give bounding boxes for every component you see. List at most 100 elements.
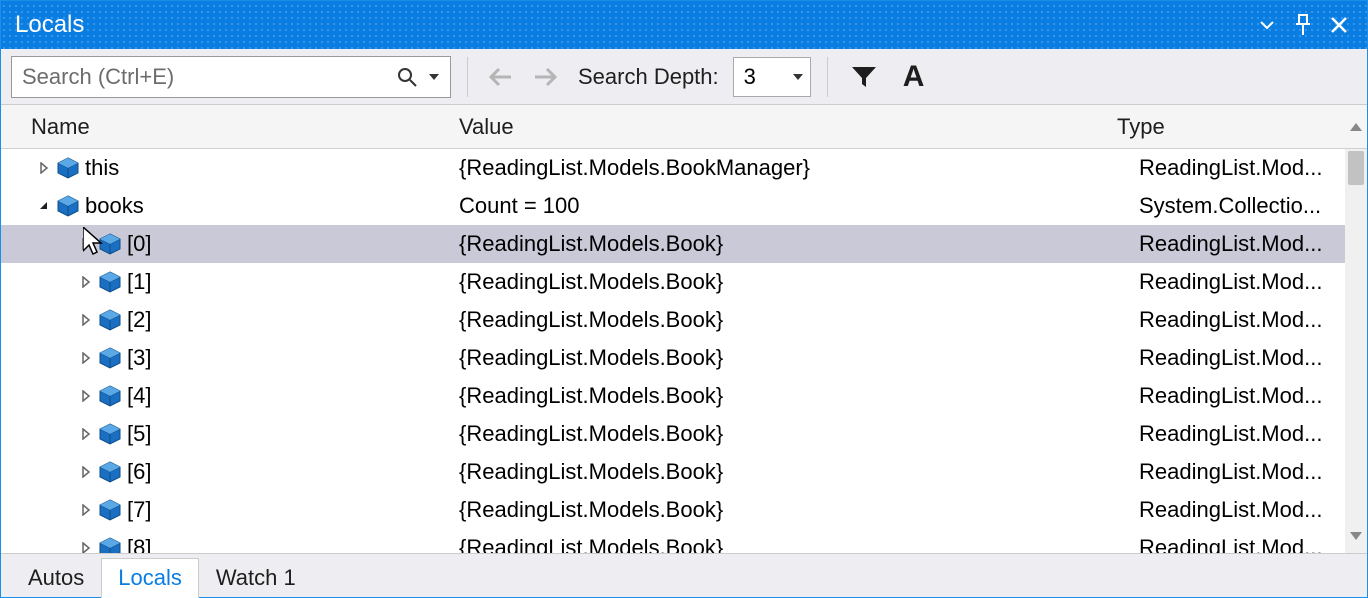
grid-header: Name Value Type bbox=[1, 105, 1367, 149]
expand-icon[interactable] bbox=[79, 237, 93, 251]
variable-row[interactable]: [0]{ReadingList.Models.Book}ReadingList.… bbox=[1, 225, 1345, 263]
variable-row[interactable]: [1] {ReadingList.Models.Book}ReadingList.… bbox=[1, 263, 1345, 301]
variable-type: ReadingList.Mod... bbox=[1131, 269, 1345, 295]
variable-row[interactable]: this{ReadingList.Models.BookManager}Read… bbox=[1, 149, 1345, 187]
forward-button[interactable] bbox=[528, 60, 562, 94]
variable-row[interactable]: [6]{ReadingList.Models.Book}ReadingList.… bbox=[1, 453, 1345, 491]
variable-row[interactable]: [8]{ReadingList.Models.Book}ReadingList.… bbox=[1, 529, 1345, 553]
variable-value: {ReadingList.Models.Book} bbox=[449, 269, 1131, 295]
expand-icon[interactable] bbox=[79, 351, 93, 365]
variable-value: {ReadingList.Models.Book} bbox=[449, 497, 1131, 523]
search-depth-select[interactable]: 3 bbox=[733, 57, 811, 97]
scroll-down-icon[interactable] bbox=[1349, 523, 1363, 553]
name-cell: [5] bbox=[31, 421, 449, 447]
window-menu-button[interactable] bbox=[1249, 7, 1285, 43]
window-title: Locals bbox=[15, 11, 84, 39]
expand-icon[interactable] bbox=[79, 275, 93, 289]
vertical-scrollbar[interactable] bbox=[1345, 149, 1367, 553]
object-icon bbox=[57, 195, 79, 217]
tab-watch-1[interactable]: Watch 1 bbox=[199, 558, 313, 598]
object-icon bbox=[99, 537, 121, 553]
variable-name: [3] bbox=[127, 345, 151, 371]
variable-row[interactable]: booksCount = 100System.Collectio... bbox=[1, 187, 1345, 225]
object-icon bbox=[99, 347, 121, 369]
variable-row[interactable]: [2] {ReadingList.Models.Book}ReadingList.… bbox=[1, 301, 1345, 339]
separator bbox=[467, 57, 468, 97]
expand-icon[interactable] bbox=[79, 503, 93, 517]
back-button[interactable] bbox=[484, 60, 518, 94]
variable-value: {ReadingList.Models.Book} bbox=[449, 307, 1131, 333]
filter-icon[interactable] bbox=[844, 57, 884, 97]
variable-row[interactable]: [5] {ReadingList.Models.Book}ReadingList.… bbox=[1, 415, 1345, 453]
expand-icon[interactable] bbox=[79, 389, 93, 403]
object-icon bbox=[99, 309, 121, 331]
pin-button[interactable] bbox=[1285, 7, 1321, 43]
column-header-name[interactable]: Name bbox=[31, 114, 449, 140]
column-header-type[interactable]: Type bbox=[1109, 114, 1345, 140]
variable-type: ReadingList.Mod... bbox=[1131, 383, 1345, 409]
name-cell: [7] bbox=[31, 497, 449, 523]
chevron-down-icon[interactable] bbox=[790, 71, 806, 83]
variable-value: {ReadingList.Models.Book} bbox=[449, 535, 1131, 553]
name-cell: books bbox=[31, 193, 449, 219]
variable-value: {ReadingList.Models.Book} bbox=[449, 383, 1131, 409]
object-icon bbox=[99, 271, 121, 293]
variable-name: [7] bbox=[127, 497, 151, 523]
expand-icon[interactable] bbox=[79, 427, 93, 441]
bottom-tabs: AutosLocalsWatch 1 bbox=[1, 553, 1367, 597]
expand-icon[interactable] bbox=[37, 161, 51, 175]
collapse-icon[interactable] bbox=[37, 199, 51, 213]
expand-icon[interactable] bbox=[79, 465, 93, 479]
name-cell: [8] bbox=[31, 535, 449, 553]
scroll-up-icon[interactable] bbox=[1345, 120, 1367, 134]
variable-name: [5] bbox=[127, 421, 151, 447]
variable-value: {ReadingList.Models.Book} bbox=[449, 345, 1131, 371]
name-cell: [1] bbox=[31, 269, 449, 295]
variable-row[interactable]: [4] {ReadingList.Models.Book}ReadingList.… bbox=[1, 377, 1345, 415]
variable-type: ReadingList.Mod... bbox=[1131, 421, 1345, 447]
variables-grid: this{ReadingList.Models.BookManager}Read… bbox=[1, 149, 1367, 553]
close-button[interactable] bbox=[1321, 7, 1357, 43]
text-format-icon[interactable]: A bbox=[894, 57, 934, 97]
variable-type: ReadingList.Mod... bbox=[1131, 459, 1345, 485]
object-icon bbox=[57, 157, 79, 179]
column-header-value[interactable]: Value bbox=[449, 114, 1109, 140]
separator bbox=[827, 57, 828, 97]
name-cell: [0] bbox=[31, 231, 449, 257]
variable-row[interactable]: [3] {ReadingList.Models.Book}ReadingList.… bbox=[1, 339, 1345, 377]
variable-type: ReadingList.Mod... bbox=[1131, 345, 1345, 371]
variable-name: [6] bbox=[127, 459, 151, 485]
variable-row[interactable]: [7] {ReadingList.Models.Book}ReadingList.… bbox=[1, 491, 1345, 529]
object-icon bbox=[99, 233, 121, 255]
search-dropdown-icon[interactable] bbox=[422, 71, 442, 83]
expand-icon[interactable] bbox=[79, 313, 93, 327]
variable-name: [1] bbox=[127, 269, 151, 295]
object-icon bbox=[99, 461, 121, 483]
tab-locals[interactable]: Locals bbox=[101, 558, 199, 598]
toolbar: Search Depth: 3 A bbox=[1, 49, 1367, 105]
expand-icon[interactable] bbox=[79, 541, 93, 553]
titlebar: Locals bbox=[1, 1, 1367, 49]
variable-name: [8] bbox=[127, 535, 151, 553]
search-box[interactable] bbox=[11, 56, 451, 98]
variable-type: ReadingList.Mod... bbox=[1131, 155, 1345, 181]
variable-name: this bbox=[85, 155, 119, 181]
variable-value: {ReadingList.Models.Book} bbox=[449, 231, 1131, 257]
variable-type: ReadingList.Mod... bbox=[1131, 307, 1345, 333]
name-cell: [2] bbox=[31, 307, 449, 333]
variable-name: [2] bbox=[127, 307, 151, 333]
scrollbar-thumb[interactable] bbox=[1348, 151, 1364, 185]
object-icon bbox=[99, 385, 121, 407]
locals-window: Locals bbox=[0, 0, 1368, 598]
search-depth-label: Search Depth: bbox=[578, 64, 719, 90]
variable-type: ReadingList.Mod... bbox=[1131, 497, 1345, 523]
variable-name: books bbox=[85, 193, 144, 219]
name-cell: this bbox=[31, 155, 449, 181]
variable-value: Count = 100 bbox=[449, 193, 1131, 219]
search-input[interactable] bbox=[22, 64, 392, 90]
variable-name: [4] bbox=[127, 383, 151, 409]
tab-autos[interactable]: Autos bbox=[11, 558, 101, 598]
variable-name: [0] bbox=[127, 231, 151, 257]
variable-value: {ReadingList.Models.Book} bbox=[449, 421, 1131, 447]
search-icon[interactable] bbox=[392, 66, 422, 88]
